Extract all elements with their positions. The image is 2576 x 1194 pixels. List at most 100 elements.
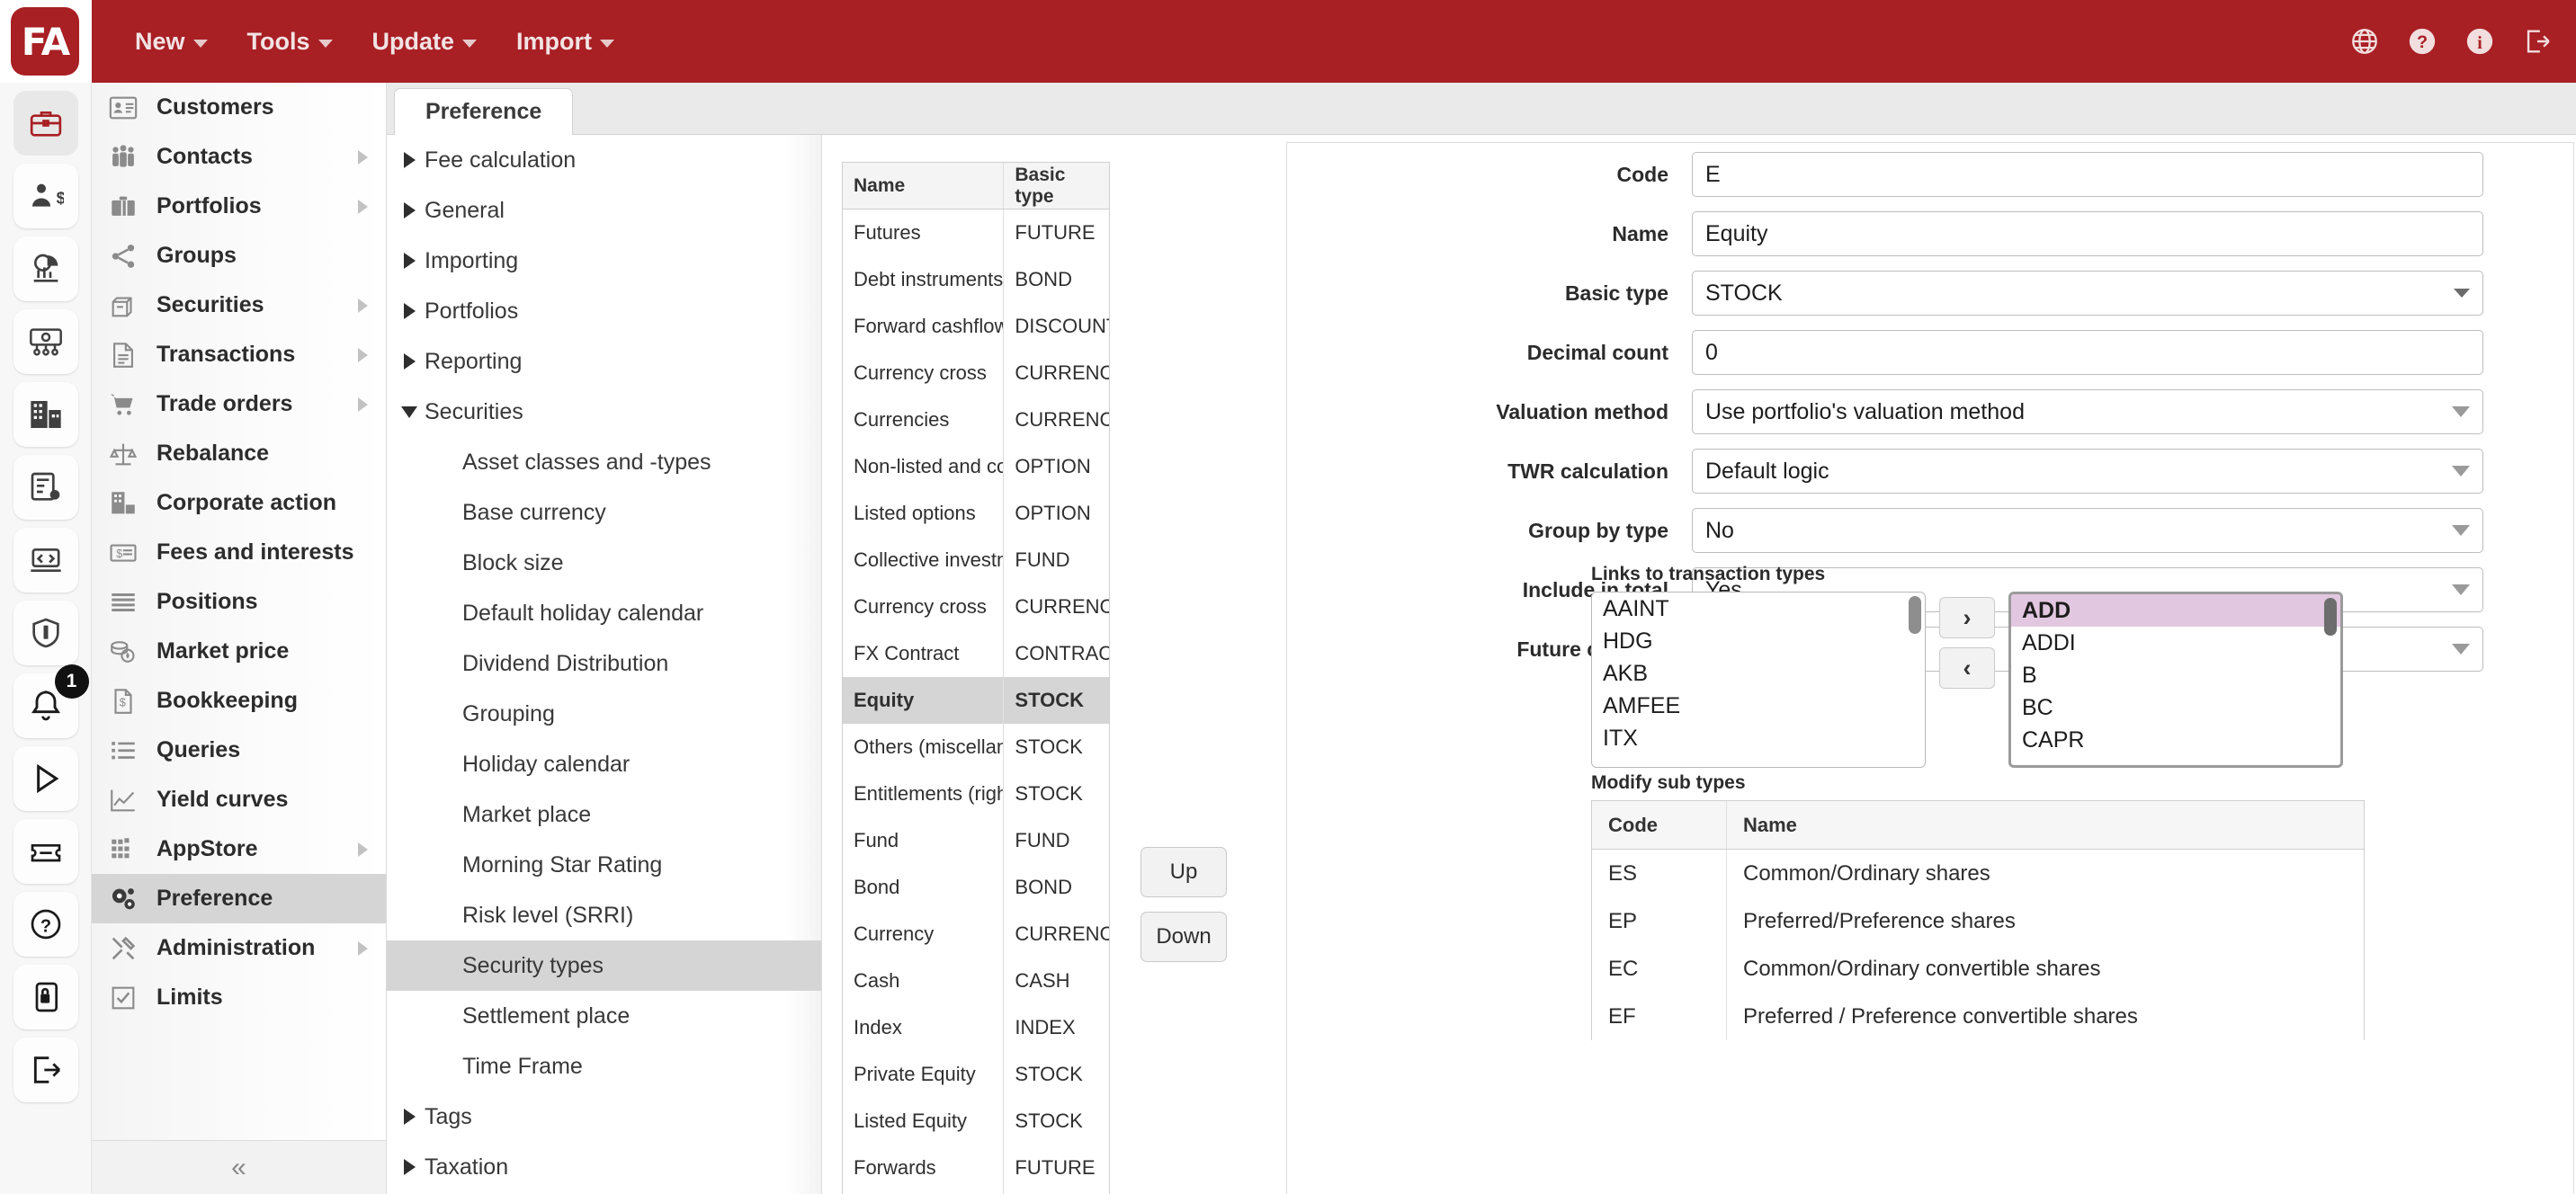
nav-item-securities[interactable]: Securities [92,281,386,330]
nav-item-bookkeeping[interactable]: $ Bookkeeping [92,676,386,726]
table-row[interactable]: Index INDEX [843,1004,1109,1051]
table-row[interactable]: Fund FUND [843,817,1109,864]
tree-node-fee-calculation[interactable]: Fee calculation [387,135,821,185]
tree-node-grouping[interactable]: Grouping [387,689,821,739]
table-row[interactable]: ES Common/Ordinary shares [1592,850,2364,897]
nav-item-appstore[interactable]: AppStore [92,824,386,874]
table-row[interactable]: Equity STOCK [843,677,1109,724]
move-left-button[interactable]: ‹ [1939,647,1995,689]
nav-item-positions[interactable]: Positions [92,577,386,627]
column-header-basic-type[interactable]: Basic type [1004,163,1109,209]
rail-question-icon-button[interactable]: ? [13,892,78,957]
table-row[interactable]: Others (miscellaneous) STOCK [843,724,1109,771]
table-row[interactable]: EC Common/Ordinary convertible shares [1592,945,2364,993]
column-header-name[interactable]: Name [1727,801,2364,849]
available-transaction-types-list[interactable]: AAINT HDG AKB AMFEE ITX [1591,592,1926,768]
list-item[interactable]: CAPR [2011,724,2340,756]
rail-cash-flow-icon-button[interactable] [13,309,78,374]
nav-item-portfolios[interactable]: Portfolios [92,182,386,231]
table-row[interactable]: Debt instruments BOND [843,256,1109,303]
list-item[interactable]: BC [2011,691,2340,724]
nav-item-market-price[interactable]: Market price [92,627,386,676]
available-list-scrollbar[interactable] [1909,596,1921,634]
list-item[interactable]: AMFEE [1592,690,1925,722]
rail-play-icon-button[interactable] [13,746,78,811]
nav-item-corporate-action[interactable]: Corporate action [92,478,386,528]
tree-node-block-size[interactable]: Block size [387,538,821,588]
input-name[interactable]: Equity [1692,211,2483,256]
tree-node-securities[interactable]: Securities [387,387,821,437]
table-row[interactable]: Futures FUTURE [843,209,1109,256]
tree-node-tags[interactable]: Tags [387,1092,821,1142]
table-row[interactable]: EF Preferred / Preference convertible sha… [1592,993,2364,1040]
menu-import[interactable]: Import [496,0,634,83]
rail-briefcase-icon-button[interactable] [13,91,78,156]
tree-node-asset-classes-and-types[interactable]: Asset classes and -types [387,437,821,487]
menu-update[interactable]: Update [353,0,497,83]
tree-node-holiday-calendar[interactable]: Holiday calendar [387,739,821,789]
menu-tools[interactable]: Tools [228,0,353,83]
rail-signout-icon-button[interactable] [13,1038,78,1102]
app-logo[interactable]: FA [11,7,79,76]
list-item[interactable]: ADD [2011,594,2340,627]
table-row[interactable]: Currencies CURRENCY [843,397,1109,443]
help-icon[interactable]: ? [2407,26,2437,57]
tree-node-market-place[interactable]: Market place [387,789,821,840]
table-row[interactable]: Currency cross CURRENCY_C [843,350,1109,397]
tree-node-base-currency[interactable]: Base currency [387,487,821,538]
column-header-name[interactable]: Name [843,163,1005,209]
tree-node-morning-star-rating[interactable]: Morning Star Rating [387,840,821,890]
nav-item-groups[interactable]: Groups [92,231,386,281]
input-decimal-count[interactable]: 0 [1692,330,2483,375]
table-row[interactable]: EP Preferred/Preference shares [1592,897,2364,945]
tab-preference[interactable]: Preference [394,88,574,135]
table-row[interactable]: FX Contract CONTRACT [843,630,1109,677]
move-down-button[interactable]: Down [1140,912,1227,962]
tree-node-general[interactable]: General [387,185,821,236]
nav-item-administration[interactable]: Administration [92,923,386,973]
selected-transaction-types-list[interactable]: ADD ADDI B BC CAPR [2008,592,2343,768]
list-item[interactable]: AKB [1592,657,1925,690]
tree-node-portfolios[interactable]: Portfolios [387,286,821,336]
nav-item-yield-curves[interactable]: Yield curves [92,775,386,824]
nav-item-rebalance[interactable]: Rebalance [92,429,386,478]
table-row[interactable]: Currency CURRENCY [843,911,1109,958]
list-item[interactable]: HDG [1592,625,1925,657]
table-row[interactable]: Cash CASH [843,958,1109,1004]
nav-item-limits[interactable]: Limits [92,973,386,1022]
select-basic-type[interactable]: STOCK [1692,271,2483,316]
rail-code-icon-button[interactable] [13,528,78,593]
rail-ticket-icon-button[interactable] [13,819,78,884]
tree-node-taxation[interactable]: Taxation [387,1142,821,1192]
list-item[interactable]: ADDI [2011,627,2340,659]
select-twr-calculation[interactable]: Default logic [1692,449,2483,494]
table-row[interactable]: Collective investment veh FUND [843,537,1109,584]
move-up-button[interactable]: Up [1140,847,1227,897]
table-row[interactable]: Listed options OPTION [843,490,1109,537]
info-icon[interactable]: i [2464,26,2495,57]
tree-node-risk-level-srri-[interactable]: Risk level (SRRI) [387,890,821,940]
nav-item-customers[interactable]: Customers [92,83,386,132]
rail-shield-icon-button[interactable] [13,601,78,665]
rail-client-money-icon-button[interactable]: $ [13,164,78,228]
rail-report-settings-icon-button[interactable] [13,455,78,520]
table-row[interactable]: Bond BOND [843,864,1109,911]
tree-node-importing[interactable]: Importing [387,236,821,286]
rail-device-lock-icon-button[interactable] [13,965,78,1029]
tree-node-time-frame[interactable]: Time Frame [387,1041,821,1092]
nav-item-contacts[interactable]: Contacts [92,132,386,182]
nav-item-preference[interactable]: Preference [92,874,386,923]
list-item[interactable]: AAINT [1592,593,1925,625]
menu-new[interactable]: New [115,0,228,83]
move-right-button[interactable]: › [1939,597,1995,638]
list-item[interactable]: ITX [1592,722,1925,754]
tree-node-settlement-place[interactable]: Settlement place [387,991,821,1041]
logout-icon[interactable] [2522,26,2553,57]
table-row[interactable]: Forwards FUTURE [843,1145,1109,1191]
table-row[interactable]: Forward cashflow DISCOUNT [843,303,1109,350]
table-row[interactable]: Entitlements (rights) STOCK [843,771,1109,817]
tree-node-reporting[interactable]: Reporting [387,336,821,387]
globe-icon[interactable] [2349,26,2380,57]
nav-item-transactions[interactable]: Transactions [92,330,386,379]
select-valuation-method[interactable]: Use portfolio's valuation method [1692,389,2483,434]
